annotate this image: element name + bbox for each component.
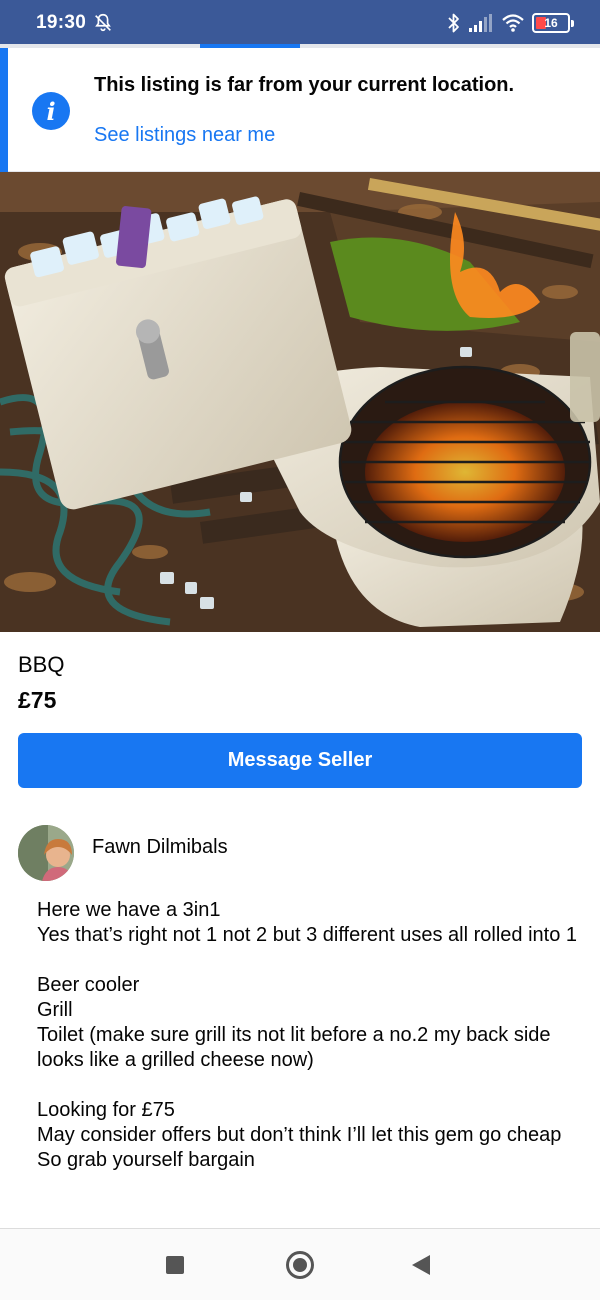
- home-circle-icon[interactable]: [286, 1251, 314, 1279]
- description-line: May consider offers but don’t think I’ll…: [37, 1124, 562, 1146]
- avatar-image: [18, 825, 74, 881]
- recents-square-icon[interactable]: [166, 1256, 184, 1274]
- status-bar: 19:30 16: [0, 0, 600, 44]
- bluetooth-icon: [448, 13, 459, 33]
- system-nav-bar: [0, 1228, 600, 1300]
- description-line: Beer cooler: [37, 974, 140, 996]
- seller-name[interactable]: Fawn Dilmibals: [92, 836, 228, 859]
- wifi-icon: [502, 14, 524, 32]
- avatar[interactable]: [18, 825, 74, 881]
- notice-title: This listing is far from your current lo…: [94, 74, 515, 96]
- see-listings-near-me-link[interactable]: See listings near me: [94, 124, 275, 147]
- status-icons: 16: [447, 11, 574, 35]
- battery-level: 16: [544, 16, 558, 30]
- status-time: 19:30: [36, 12, 87, 33]
- back-triangle-icon[interactable]: [412, 1255, 430, 1275]
- listing-photo-illustration: [0, 172, 600, 632]
- info-icon: i: [32, 92, 70, 130]
- description-line: Looking for £75: [37, 1099, 175, 1121]
- description-line: Toilet (make sure grill its not lit befo…: [37, 1024, 551, 1071]
- location-notice: i This listing is far from your current …: [0, 48, 600, 172]
- description-line: So grab yourself bargain: [37, 1149, 255, 1171]
- listing-title: BBQ: [18, 652, 65, 677]
- description-line: Yes that’s right not 1 not 2 but 3 diffe…: [37, 924, 577, 946]
- listing-price: £75: [18, 687, 57, 713]
- listing-photo[interactable]: [0, 172, 600, 632]
- notifications-off-icon: [95, 13, 111, 32]
- listing-description: Here we have a 3in1 Yes that’s right not…: [37, 898, 577, 1173]
- description-line: Here we have a 3in1: [37, 899, 221, 921]
- cellular-signal-icon: [469, 14, 492, 32]
- battery-icon: 16: [532, 13, 574, 33]
- message-seller-button[interactable]: Message Seller: [18, 733, 582, 788]
- description-line: Grill: [37, 999, 73, 1021]
- notice-accent-stripe: [0, 48, 8, 172]
